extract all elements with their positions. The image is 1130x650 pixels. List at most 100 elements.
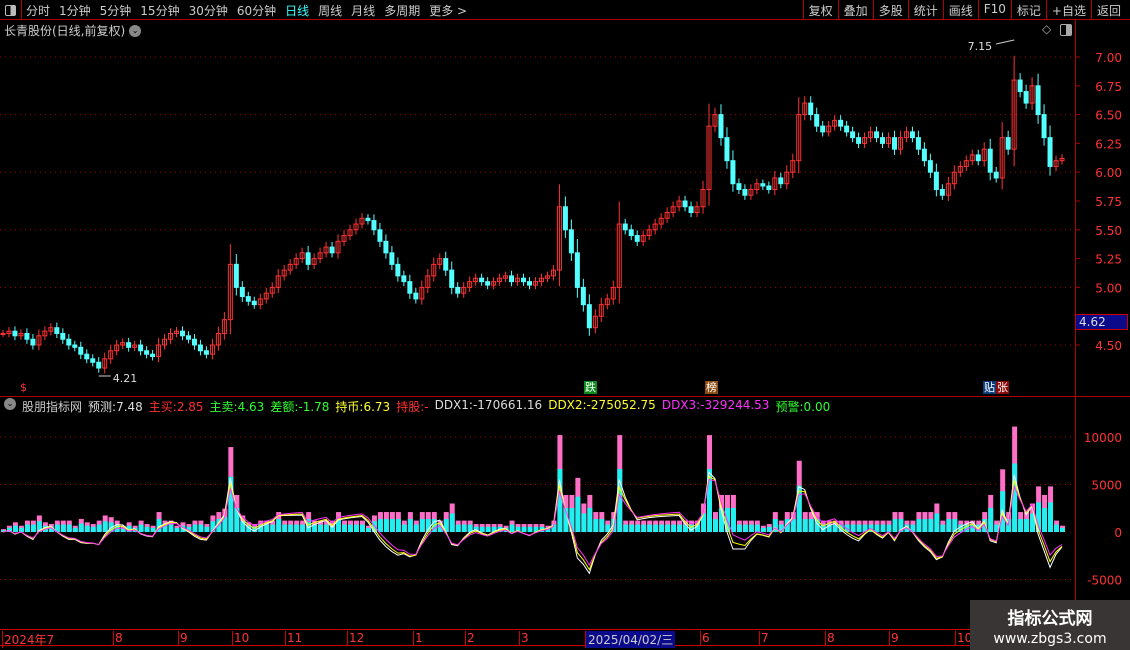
candle-body xyxy=(736,183,742,190)
indicator-item: DDX2:-275052.75 xyxy=(548,398,656,412)
candle-body xyxy=(90,358,96,363)
indicator-bar-cyan xyxy=(623,524,629,532)
indicator-bar-cyan xyxy=(647,524,653,532)
candle-body xyxy=(443,258,449,271)
indicator-bar-cyan xyxy=(342,524,348,532)
indicator-bar-cyan xyxy=(1018,519,1024,532)
price-tick-label: 5.00 xyxy=(1095,281,1122,295)
indicator-bar-cyan xyxy=(742,524,748,532)
candle-body xyxy=(682,200,688,208)
candle-body xyxy=(820,125,826,133)
indicator-bar-cyan xyxy=(84,525,90,532)
candle-body xyxy=(197,344,203,352)
indicator-bar-cyan xyxy=(928,519,934,532)
candle-body xyxy=(96,361,102,369)
candle-body xyxy=(251,300,257,306)
indicator-bar-cyan xyxy=(204,526,210,532)
indicator-bar-cyan xyxy=(874,524,880,532)
candle-body xyxy=(305,252,311,265)
candle-body xyxy=(568,229,574,254)
indicator-bar-cyan xyxy=(677,524,683,532)
candle-body xyxy=(688,206,694,214)
indicator-bar-cyan xyxy=(754,524,760,532)
date-axis: 2024年7 8 9 10 11 12 1 2 3 6 7 8 9 10 2025/04/02/三 xyxy=(0,629,1075,648)
indicator-bar-cyan xyxy=(66,524,72,532)
indicator-tick-label: 10000 xyxy=(1084,431,1122,445)
marker-tiezhang[interactable]: 贴张 xyxy=(983,381,1009,394)
indicator-bar-cyan xyxy=(288,524,294,532)
indicator-bar-cyan xyxy=(940,524,946,532)
indicator-bar-cyan xyxy=(916,519,922,532)
indicator-tick-label: -5000 xyxy=(1087,574,1122,588)
candle-body xyxy=(78,346,84,355)
indicator-bar-cyan xyxy=(174,527,180,532)
indicator-bar-cyan xyxy=(348,524,354,532)
candle-body xyxy=(562,206,568,231)
indicator-item: 预警:0.00 xyxy=(775,400,831,414)
indicator-bar-cyan xyxy=(389,519,395,532)
indicator-bar-cyan xyxy=(78,523,84,532)
candle-body xyxy=(909,131,915,139)
marker-die[interactable]: 跌 xyxy=(584,381,597,394)
candle-body xyxy=(850,131,856,139)
candle-body xyxy=(54,327,60,334)
indicator-bar-cyan xyxy=(18,527,24,532)
indicator-bar-cyan xyxy=(946,519,952,532)
candle-body xyxy=(407,281,413,294)
indicator-bar-cyan xyxy=(1054,524,1060,532)
candle-body xyxy=(915,137,921,150)
candle-body xyxy=(927,160,933,173)
indicator-item: 主卖:4.63 xyxy=(209,400,265,414)
candle-body xyxy=(856,137,862,144)
indicator-bar-cyan xyxy=(730,507,736,532)
candle-body xyxy=(874,131,880,139)
price-chart[interactable]: 7.00 6.75 6.50 6.25 6.00 5.75 5.50 5.25 5.00 4.50… xyxy=(0,0,1130,650)
current-price-tag: 4.62 xyxy=(1075,314,1128,330)
indicator-bar-cyan xyxy=(1060,527,1065,532)
indicator-bar-cyan xyxy=(808,519,814,532)
indicator-bar-cyan xyxy=(407,519,413,532)
price-tick-label: 6.50 xyxy=(1095,109,1122,123)
candle-body xyxy=(742,188,748,196)
indicator-bar-cyan xyxy=(383,519,389,532)
indicator-bar-cyan xyxy=(485,526,491,532)
indicator-name[interactable]: 股朋指标网 xyxy=(22,398,82,415)
high-annotation: 7.15 xyxy=(968,40,993,53)
indicator-bar-cyan xyxy=(934,513,940,532)
candle-body xyxy=(766,185,772,190)
candle-body xyxy=(586,304,592,329)
chevron-down-icon[interactable]: ⌄ xyxy=(4,398,16,410)
date-label: 10 xyxy=(232,631,250,645)
indicator-bar-cyan xyxy=(659,524,665,532)
indicator-bar-cyan xyxy=(354,524,359,532)
candle-body xyxy=(179,330,185,337)
price-tick-label: 6.25 xyxy=(1095,137,1122,151)
watermark: 指标公式网 www.zbgs3.com xyxy=(970,600,1130,650)
candle-body xyxy=(72,344,78,348)
date-label: 9 xyxy=(889,631,899,645)
indicator-bar-cyan xyxy=(395,519,401,532)
date-label: 12 xyxy=(347,631,365,645)
indicator-bar-cyan xyxy=(359,524,365,532)
indicator-bar-cyan xyxy=(72,527,78,532)
indicator-bar-cyan xyxy=(318,524,324,532)
candle-body xyxy=(24,332,30,340)
indicator-bar-cyan xyxy=(880,524,886,532)
price-tick-label: 5.50 xyxy=(1095,224,1122,238)
indicator-item: DDX3:-329244.53 xyxy=(661,398,770,412)
candle-body xyxy=(395,263,401,277)
candle-body xyxy=(389,252,395,265)
candle-body xyxy=(622,223,628,231)
indicator-bar-cyan xyxy=(192,524,198,532)
indicator-bar-cyan xyxy=(587,507,593,532)
watermark-title: 指标公式网 xyxy=(1007,609,1093,629)
candle-body xyxy=(138,344,144,352)
candle-body xyxy=(844,125,850,133)
left-marker: $ xyxy=(20,381,27,394)
indicator-bar-cyan xyxy=(760,527,766,532)
indicator-bar-cyan xyxy=(144,526,150,532)
marker-bang[interactable]: 榜 xyxy=(705,381,718,394)
indicator-bar-cyan xyxy=(802,519,808,532)
indicator-bar-cyan xyxy=(60,524,66,532)
date-label: 2 xyxy=(465,631,475,645)
